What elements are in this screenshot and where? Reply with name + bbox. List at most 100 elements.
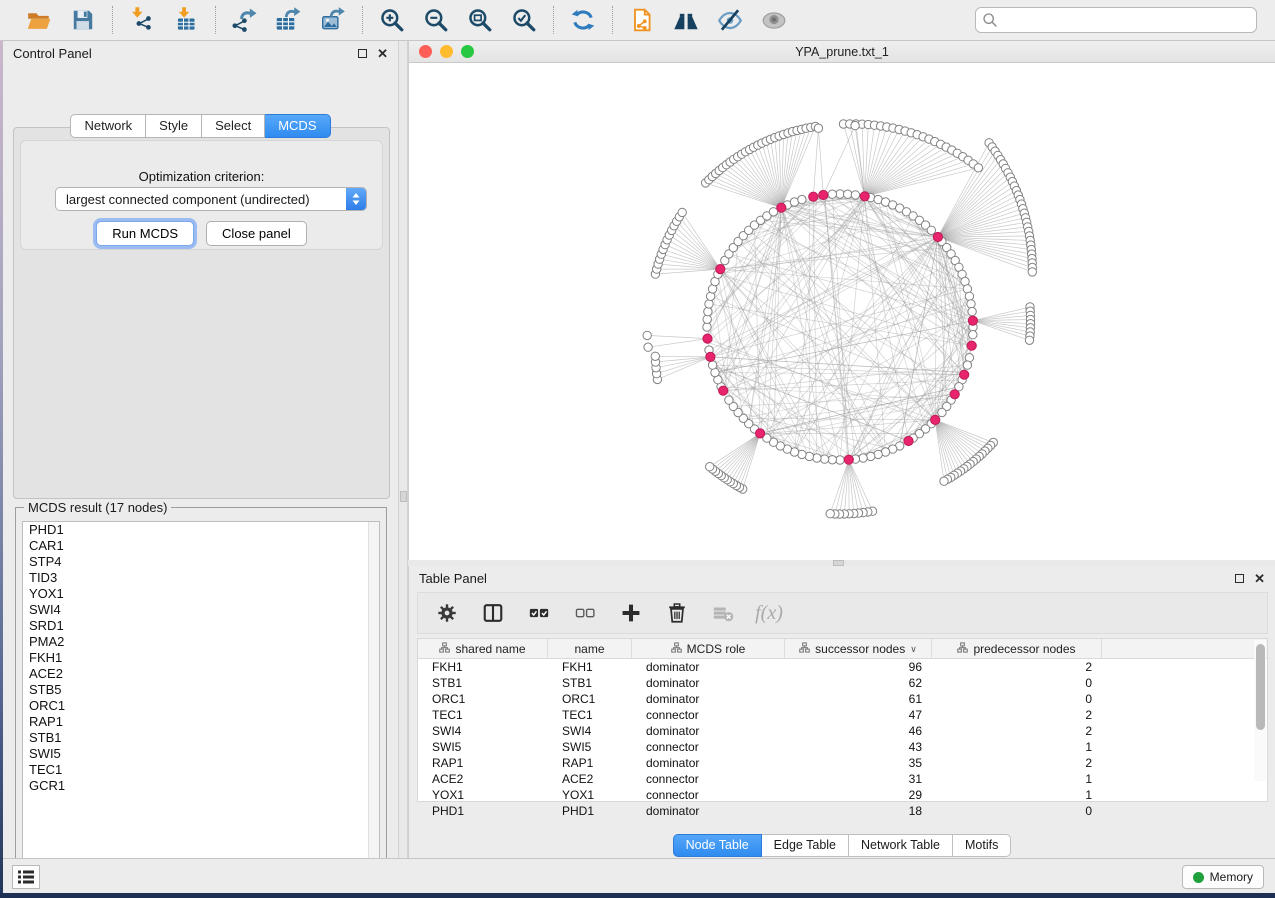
mcds-hub-node[interactable] <box>844 455 853 464</box>
network-view[interactable] <box>409 63 1275 560</box>
network-node[interactable] <box>859 454 867 462</box>
column-header-shared-name[interactable]: shared name <box>418 639 548 659</box>
network-node[interactable] <box>708 361 716 369</box>
memory-button[interactable]: Memory <box>1182 865 1264 889</box>
tab-style[interactable]: Style <box>146 114 202 138</box>
table-settings-button[interactable] <box>434 600 460 626</box>
zoom-window-icon[interactable] <box>461 45 474 58</box>
zoom-in-button[interactable] <box>377 5 407 35</box>
network-node[interactable] <box>969 331 977 339</box>
table-row[interactable]: RAP1RAP1dominator352 <box>418 755 1267 771</box>
column-header-predecessor-nodes[interactable]: predecessor nodes <box>932 639 1102 659</box>
mcds-hub-node[interactable] <box>968 316 977 325</box>
import-network-button[interactable] <box>127 5 157 35</box>
zoom-selected-button[interactable] <box>509 5 539 35</box>
save-session-button[interactable] <box>68 5 98 35</box>
network-node[interactable] <box>940 477 948 485</box>
table-row[interactable]: ACE2ACE2connector311 <box>418 771 1267 787</box>
scrollbar-thumb[interactable] <box>1256 644 1265 730</box>
search-input[interactable] <box>975 7 1257 33</box>
export-image-button[interactable] <box>318 5 348 35</box>
mcds-hub-node[interactable] <box>719 386 728 395</box>
table-row[interactable]: SWI4SWI4dominator462 <box>418 723 1267 739</box>
network-node[interactable] <box>703 323 711 331</box>
show-columns-button[interactable] <box>480 600 506 626</box>
table-scrollbar[interactable] <box>1254 640 1266 781</box>
first-neighbors-button[interactable] <box>671 5 701 35</box>
tab-edge-table[interactable]: Edge Table <box>762 834 849 857</box>
table-row[interactable]: SWI5SWI5connector431 <box>418 739 1267 755</box>
mcds-hub-node[interactable] <box>860 192 869 201</box>
network-node[interactable] <box>725 396 733 404</box>
network-titlebar[interactable]: YPA_prune.txt_1 <box>409 41 1275 63</box>
mcds-result-item[interactable]: SWI5 <box>23 746 379 762</box>
optimization-criterion-dropdown[interactable]: largest connected component (undirected) <box>55 187 367 211</box>
table-row[interactable]: ORC1ORC1dominator610 <box>418 691 1267 707</box>
splitter-grip[interactable] <box>400 491 407 502</box>
tab-mcds[interactable]: MCDS <box>265 114 330 138</box>
task-history-button[interactable] <box>12 865 40 889</box>
network-node[interactable] <box>927 226 935 234</box>
float-panel-icon[interactable] <box>358 49 367 58</box>
close-panel-icon[interactable]: ✕ <box>377 47 388 60</box>
mcds-result-list[interactable]: PHD1CAR1STP4TID3YOX1SWI4SRD1PMA2FKH1ACE2… <box>22 521 380 871</box>
network-node[interactable] <box>828 190 836 198</box>
unselect-all-columns-button[interactable] <box>572 600 598 626</box>
mcds-hub-node[interactable] <box>933 232 942 241</box>
select-all-columns-button[interactable] <box>526 600 552 626</box>
mcds-result-item[interactable]: FKH1 <box>23 650 379 666</box>
mcds-result-item[interactable]: STB5 <box>23 682 379 698</box>
network-node[interactable] <box>965 292 973 300</box>
add-column-button[interactable] <box>618 600 644 626</box>
mcds-hub-node[interactable] <box>960 370 969 379</box>
network-node[interactable] <box>798 195 806 203</box>
mcds-result-item[interactable]: RAP1 <box>23 714 379 730</box>
vertical-splitter[interactable] <box>398 41 408 858</box>
network-node[interactable] <box>974 164 982 172</box>
mcds-hub-node[interactable] <box>706 352 715 361</box>
network-node[interactable] <box>836 190 844 198</box>
network-node[interactable] <box>844 190 852 198</box>
hide-selected-button[interactable] <box>715 5 745 35</box>
table-row[interactable]: PHD1PHD1dominator180 <box>418 803 1267 819</box>
column-header-name[interactable]: name <box>548 639 632 659</box>
mcds-hub-node[interactable] <box>777 203 786 212</box>
float-panel-icon[interactable] <box>1235 574 1244 583</box>
network-node[interactable] <box>651 352 659 360</box>
mcds-result-item[interactable]: ACE2 <box>23 666 379 682</box>
mcds-result-item[interactable]: STP4 <box>23 554 379 570</box>
mcds-result-item[interactable]: PHD1 <box>23 522 379 538</box>
close-panel-button[interactable]: Close panel <box>206 221 307 246</box>
clone-network-button[interactable] <box>627 5 657 35</box>
table-row[interactable]: FKH1FKH1dominator962 <box>418 659 1267 675</box>
run-mcds-button[interactable]: Run MCDS <box>96 221 194 246</box>
network-node[interactable] <box>967 300 975 308</box>
mcds-hub-node[interactable] <box>967 341 976 350</box>
mcds-hub-node[interactable] <box>904 436 913 445</box>
export-network-button[interactable] <box>230 5 260 35</box>
mcds-hub-node[interactable] <box>950 390 959 399</box>
import-table-button[interactable] <box>171 5 201 35</box>
mcds-result-item[interactable]: GCR1 <box>23 778 379 794</box>
mcds-result-item[interactable]: STB1 <box>23 730 379 746</box>
refresh-view-button[interactable] <box>568 5 598 35</box>
mcds-result-item[interactable]: SRD1 <box>23 618 379 634</box>
mcds-result-item[interactable]: TID3 <box>23 570 379 586</box>
export-table-button[interactable] <box>274 5 304 35</box>
network-node[interactable] <box>704 307 712 315</box>
column-header-MCDS-role[interactable]: MCDS role <box>632 639 785 659</box>
network-node[interactable] <box>705 300 713 308</box>
network-node[interactable] <box>963 361 971 369</box>
result-list-scrollbar[interactable] <box>368 522 379 870</box>
minimize-window-icon[interactable] <box>440 45 453 58</box>
network-node[interactable] <box>644 343 652 351</box>
network-node[interactable] <box>643 331 651 339</box>
mcds-result-item[interactable]: YOX1 <box>23 586 379 602</box>
network-node[interactable] <box>938 408 946 416</box>
network-node[interactable] <box>1028 268 1036 276</box>
mcds-hub-node[interactable] <box>703 334 712 343</box>
network-node[interactable] <box>968 307 976 315</box>
network-node[interactable] <box>813 454 821 462</box>
mcds-hub-node[interactable] <box>809 192 818 201</box>
tab-network[interactable]: Network <box>70 114 146 138</box>
